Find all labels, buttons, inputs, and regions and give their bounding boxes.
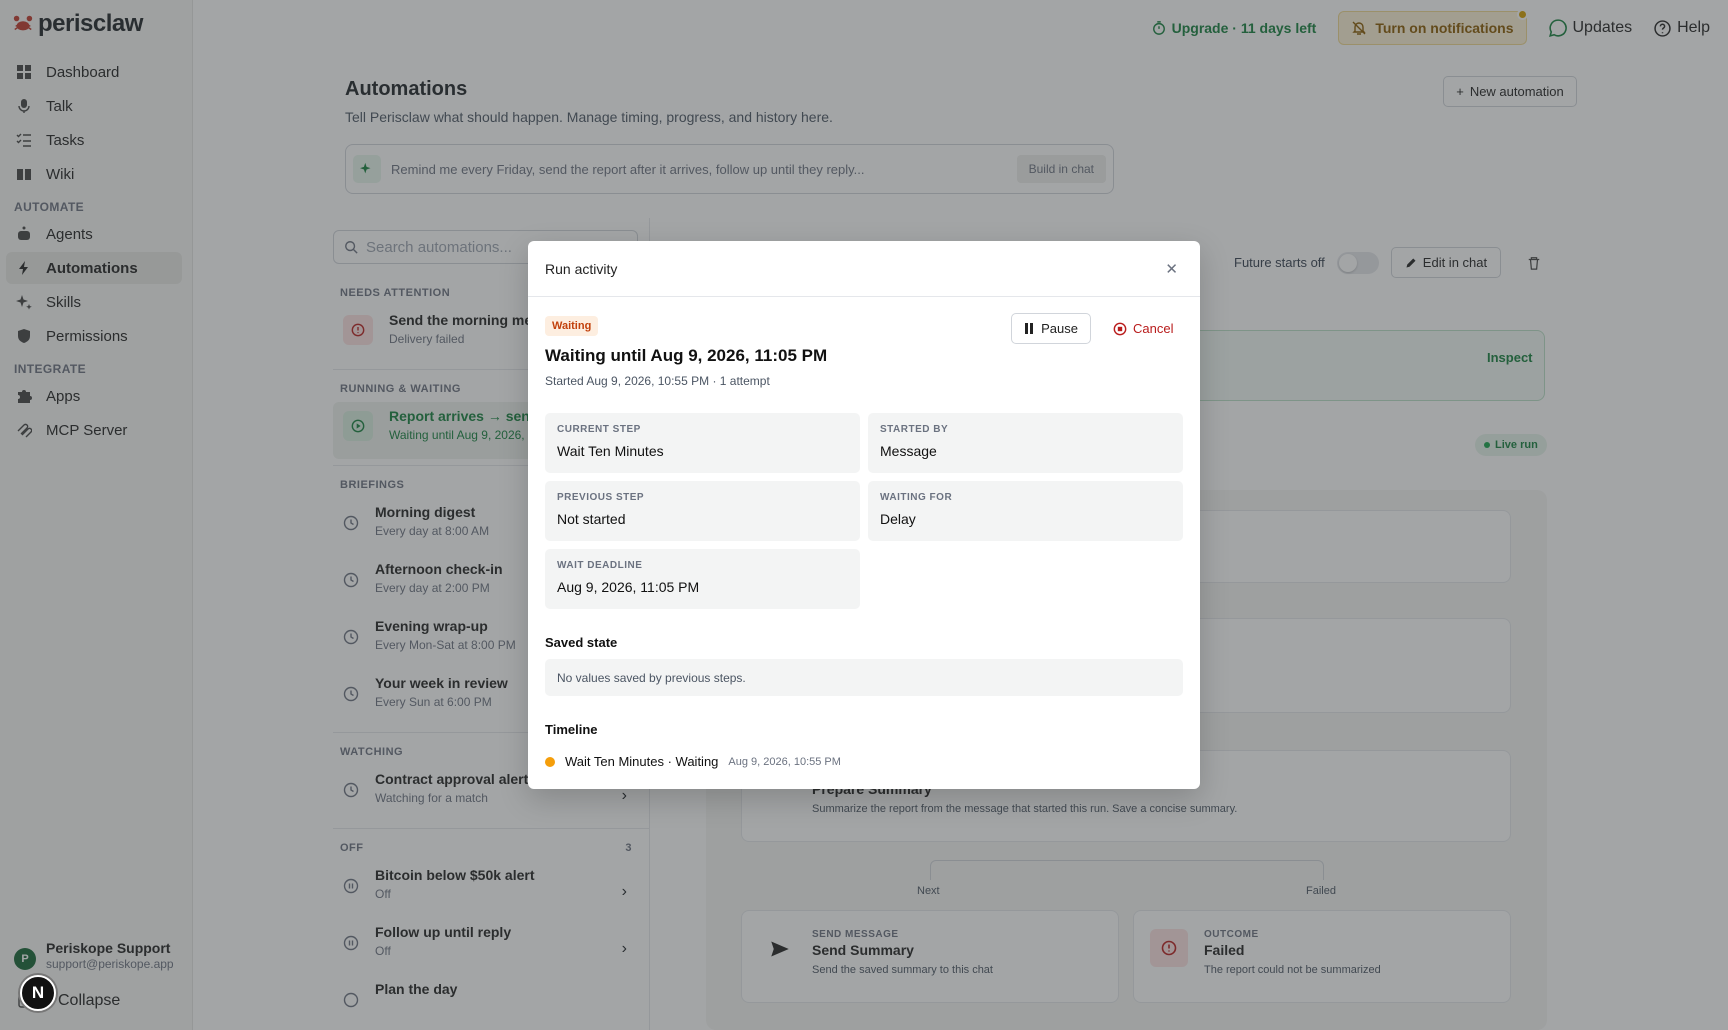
run-activity-dialog: Run activity ✕ Waiting Waiting until Aug… xyxy=(528,241,1200,789)
field-waiting-for: WAITING FOR Delay xyxy=(868,481,1183,541)
timeline-time: Aug 9, 2026, 10:55 PM xyxy=(728,755,841,768)
floating-badge[interactable]: N xyxy=(20,975,56,1011)
cancel-label: Cancel xyxy=(1133,321,1174,336)
field-label: PREVIOUS STEP xyxy=(557,492,645,503)
dialog-title: Run activity xyxy=(545,260,618,277)
field-value: Message xyxy=(880,443,937,459)
field-label: CURRENT STEP xyxy=(557,424,641,435)
pause-button[interactable]: Pause xyxy=(1011,313,1091,344)
field-current-step: CURRENT STEP Wait Ten Minutes xyxy=(545,413,860,473)
saved-state-title: Saved state xyxy=(545,635,618,650)
field-value: Delay xyxy=(880,511,916,527)
pause-icon xyxy=(1025,323,1034,334)
timeline-entry: Wait Ten Minutes · Waiting Aug 9, 2026, … xyxy=(545,754,841,769)
timeline-text: Wait Ten Minutes · Waiting xyxy=(565,754,719,769)
close-icon[interactable]: ✕ xyxy=(1165,260,1178,278)
run-started: Started Aug 9, 2026, 10:55 PM · 1 attemp… xyxy=(545,374,770,388)
field-value: Aug 9, 2026, 11:05 PM xyxy=(557,579,700,595)
run-heading: Waiting until Aug 9, 2026, 11:05 PM xyxy=(545,346,828,365)
field-label: WAIT DEADLINE xyxy=(557,560,643,571)
timeline-title: Timeline xyxy=(545,722,598,737)
field-started-by: STARTED BY Message xyxy=(868,413,1183,473)
status-badge: Waiting xyxy=(545,316,599,336)
dialog-header: Run activity ✕ xyxy=(528,241,1200,297)
cancel-button[interactable]: Cancel xyxy=(1113,313,1173,344)
field-previous-step: PREVIOUS STEP Not started xyxy=(545,481,860,541)
field-label: STARTED BY xyxy=(880,424,949,435)
saved-state-empty: No values saved by previous steps. xyxy=(545,659,1183,696)
field-value: Not started xyxy=(557,511,626,527)
stop-circle-icon xyxy=(1113,322,1127,335)
field-value: Wait Ten Minutes xyxy=(557,443,664,459)
pause-label: Pause xyxy=(1041,321,1078,336)
field-wait-deadline: WAIT DEADLINE Aug 9, 2026, 11:05 PM xyxy=(545,549,860,609)
field-label: WAITING FOR xyxy=(880,492,953,503)
status-dot xyxy=(545,756,555,767)
